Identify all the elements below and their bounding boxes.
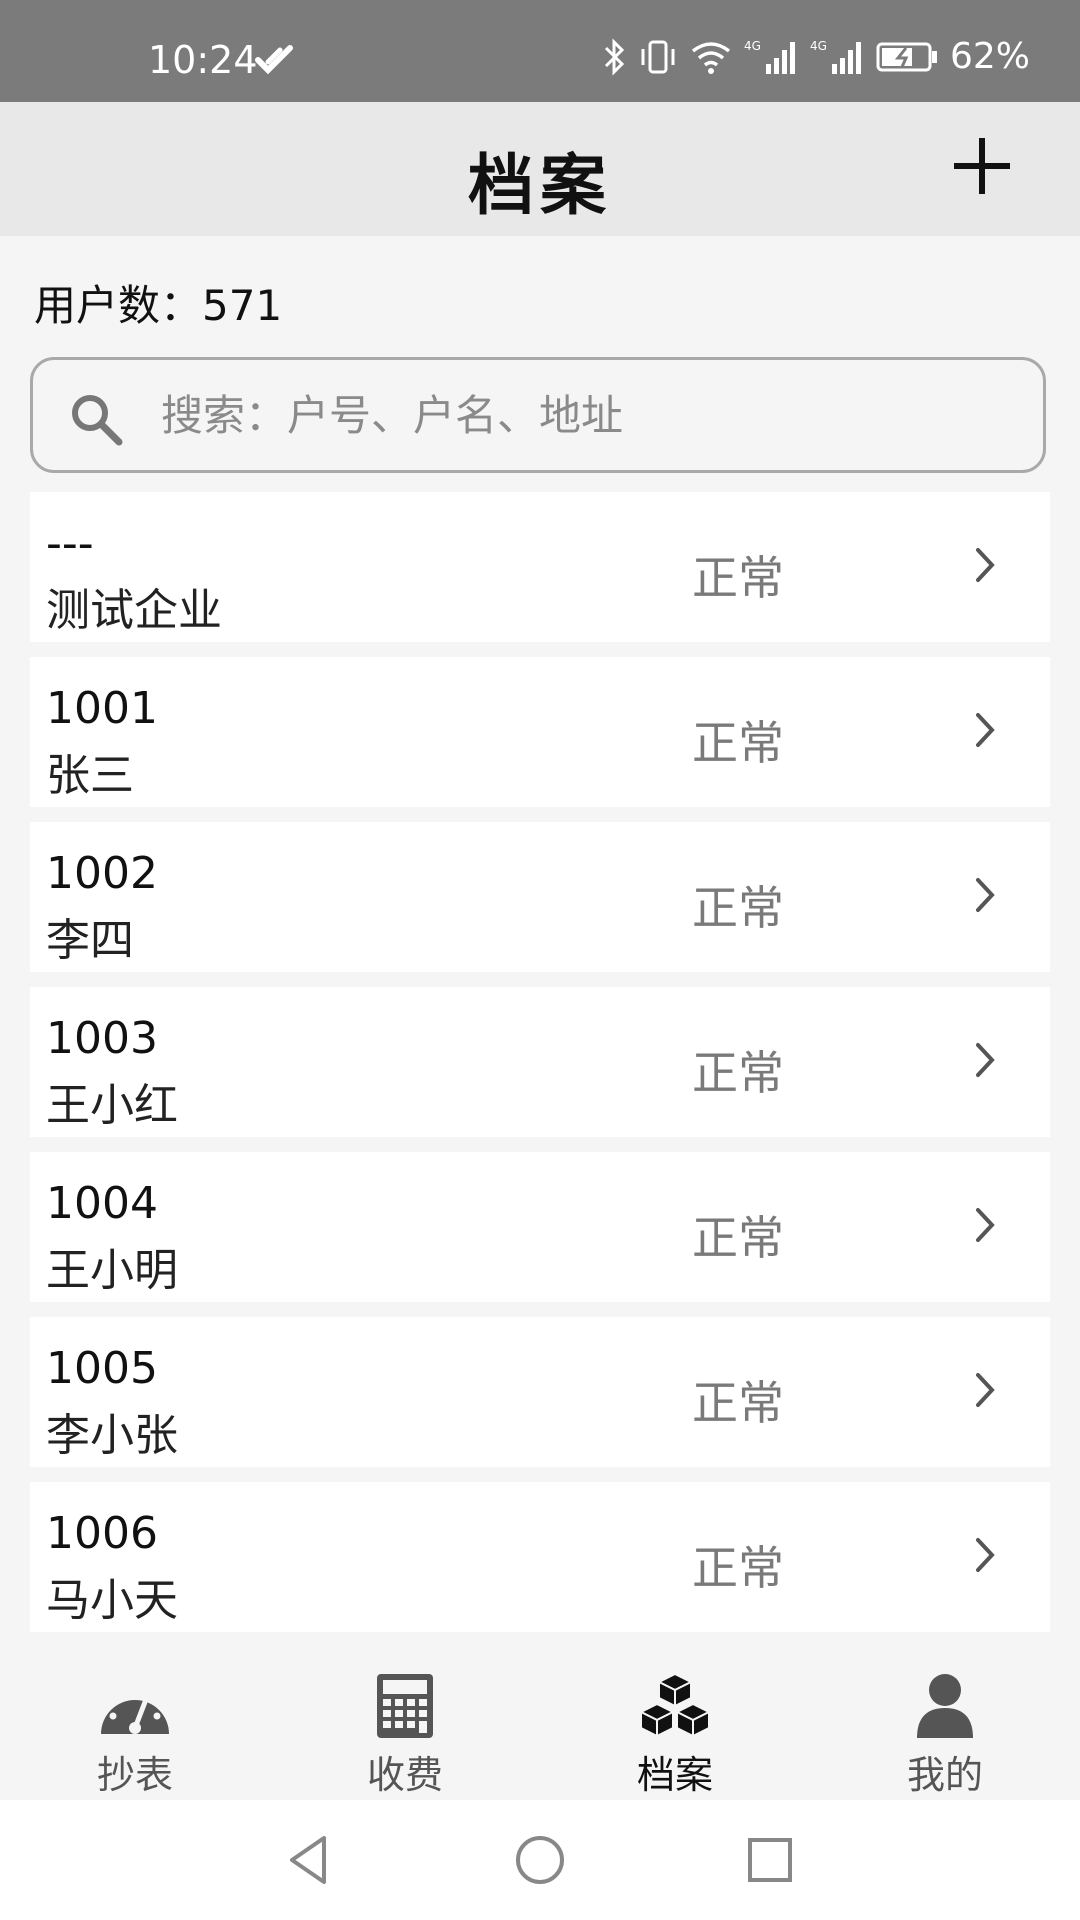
record-name: 王小明	[46, 1245, 178, 1296]
record-id: 1002	[46, 848, 158, 899]
bottom-nav: 抄表 收费 档案 我的	[0, 1650, 1080, 1800]
record-status: 正常	[692, 1046, 784, 1100]
nav-label: 收费	[366, 1753, 443, 1797]
user-count-value: 571	[202, 281, 283, 330]
home-icon[interactable]	[516, 1836, 564, 1884]
user-icon	[917, 1674, 973, 1738]
list-item[interactable]: 1003 王小红 正常	[30, 987, 1050, 1137]
svg-text:4G: 4G	[744, 39, 761, 53]
record-name: 测试企业	[46, 585, 222, 636]
gauge-icon	[101, 1688, 169, 1734]
status-icons: 4G 4G 62%	[602, 36, 1030, 77]
list-item[interactable]: 1001 张三 正常	[30, 657, 1050, 807]
chevron-right-icon	[976, 713, 995, 747]
battery-percent: 62%	[949, 36, 1030, 77]
nav-label: 我的	[906, 1753, 983, 1797]
chevron-right-icon	[976, 1043, 995, 1077]
calculator-icon	[377, 1674, 433, 1738]
list-item[interactable]: --- 测试企业 正常	[30, 492, 1050, 642]
chevron-right-icon	[976, 1538, 995, 1572]
record-id: 1005	[46, 1343, 158, 1394]
list-item[interactable]: 1006 马小天 正常	[30, 1482, 1050, 1632]
system-nav-bar	[0, 1800, 1080, 1920]
user-count: 用户数：571	[34, 272, 282, 333]
status-time: 10:24	[148, 38, 258, 82]
chevron-right-icon	[976, 1208, 995, 1242]
back-icon[interactable]	[286, 1834, 330, 1886]
record-status: 正常	[692, 716, 784, 770]
chevron-right-icon	[976, 878, 995, 912]
record-name: 张三	[46, 750, 134, 801]
add-button[interactable]	[954, 138, 1010, 194]
header: 档案	[0, 102, 1080, 236]
list-item[interactable]: 1005 李小张 正常	[30, 1317, 1050, 1467]
status-bar: 10:24 4G 4G 62%	[0, 0, 1080, 102]
record-id: ---	[46, 518, 94, 569]
wifi-icon	[691, 41, 731, 74]
record-status: 正常	[692, 1541, 784, 1595]
nav-label: 抄表	[96, 1753, 173, 1797]
search-input[interactable]	[161, 380, 1021, 450]
user-count-label: 用户数：	[34, 281, 203, 330]
list-item[interactable]: 1004 王小明 正常	[30, 1152, 1050, 1302]
nav-item-billing[interactable]: 收费	[305, 1672, 505, 1799]
nav-item-meter-reading[interactable]: 抄表	[35, 1672, 235, 1799]
chevron-right-icon	[976, 548, 995, 582]
record-id: 1003	[46, 1013, 158, 1064]
record-id: 1006	[46, 1508, 158, 1559]
record-id: 1004	[46, 1178, 158, 1229]
record-status: 正常	[692, 551, 784, 605]
record-name: 李小张	[46, 1410, 178, 1461]
record-name: 马小天	[46, 1575, 178, 1626]
svg-text:4G: 4G	[810, 39, 827, 53]
signal-4g-icon: 4G	[744, 39, 795, 74]
chevron-right-icon	[976, 1373, 995, 1407]
record-name: 王小红	[46, 1080, 178, 1131]
nav-item-profile[interactable]: 我的	[845, 1672, 1045, 1799]
record-list: --- 测试企业 正常 1001 张三 正常 1002 李四 正常 1003 王…	[30, 492, 1050, 1647]
list-item[interactable]: 1002 李四 正常	[30, 822, 1050, 972]
vibrate-icon	[641, 40, 675, 73]
nav-label: 档案	[636, 1753, 713, 1797]
signal-4g-icon-2: 4G	[810, 39, 861, 74]
record-status: 正常	[692, 1211, 784, 1265]
boxes-icon	[638, 1672, 712, 1738]
record-status: 正常	[692, 1376, 784, 1430]
recent-apps-icon[interactable]	[748, 1838, 792, 1882]
record-name: 李四	[46, 915, 134, 966]
page-title: 档案	[468, 147, 612, 224]
bluetooth-icon	[604, 37, 625, 76]
nav-item-records[interactable]: 档案	[575, 1672, 775, 1799]
record-status: 正常	[692, 881, 784, 935]
search-icon	[72, 395, 123, 446]
search-box[interactable]	[30, 357, 1046, 473]
battery-charging-icon	[876, 42, 937, 71]
sync-icon	[255, 45, 293, 75]
record-id: 1001	[46, 683, 158, 734]
